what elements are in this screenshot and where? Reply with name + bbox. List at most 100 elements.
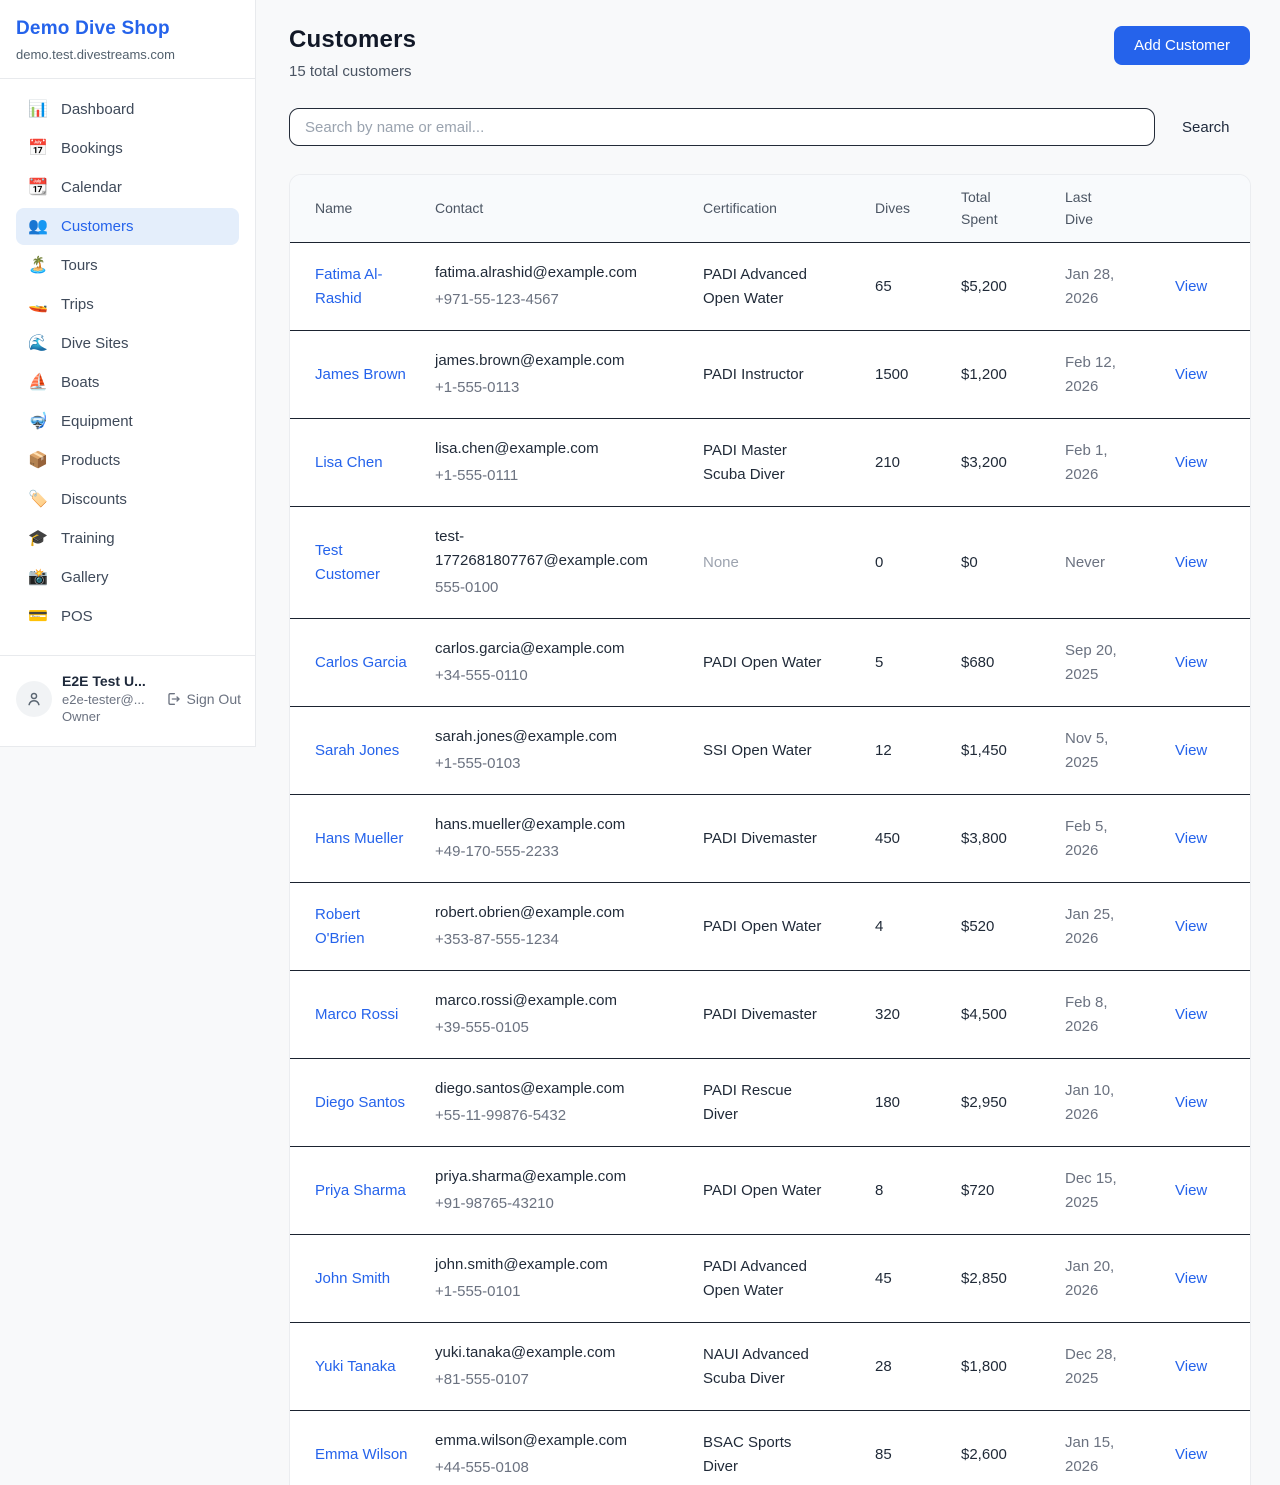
customer-name-link[interactable]: Fatima Al-Rashid <box>315 263 409 311</box>
customer-phone: +1-555-0103 <box>435 752 687 776</box>
customer-phone: +34-555-0110 <box>435 664 687 688</box>
customer-phone: +91-98765-43210 <box>435 1192 687 1216</box>
sidebar-item-equipment[interactable]: 🤿Equipment <box>16 403 239 440</box>
sidebar-item-trips[interactable]: 🚤Trips <box>16 286 239 323</box>
wave-icon: 🌊 <box>28 336 48 352</box>
customer-last-dive: Dec 15, 2025 <box>1065 1167 1129 1215</box>
customer-certification: SSI Open Water <box>703 739 812 763</box>
customer-name-link[interactable]: Emma Wilson <box>315 1443 408 1467</box>
sidebar: Demo Dive Shop demo.test.divestreams.com… <box>0 0 256 747</box>
sidebar-item-discounts[interactable]: 🏷️Discounts <box>16 481 239 518</box>
search-input[interactable] <box>289 108 1155 146</box>
sidebar-item-products[interactable]: 📦 Products <box>16 442 239 479</box>
customer-certification: None <box>703 551 739 575</box>
customer-name-link[interactable]: John Smith <box>315 1267 390 1291</box>
shop-domain: demo.test.divestreams.com <box>16 47 239 62</box>
view-customer-link[interactable]: View <box>1175 654 1207 671</box>
sidebar-item-label: Bookings <box>61 140 123 157</box>
tear-off-calendar-icon: 📆 <box>28 180 48 196</box>
view-customer-link[interactable]: View <box>1175 830 1207 847</box>
table-row: John Smithjohn.smith@example.com+1-555-0… <box>290 1235 1251 1323</box>
island-icon: 🏝️ <box>28 258 48 274</box>
view-customer-link[interactable]: View <box>1175 1446 1207 1463</box>
sidebar-item-dashboard[interactable]: 📊Dashboard <box>16 91 239 128</box>
search-button[interactable]: Search <box>1182 119 1230 136</box>
sidebar-item-calendar[interactable]: 📆 Calendar <box>16 169 239 206</box>
table-row: Yuki Tanakayuki.tanaka@example.com+81-55… <box>290 1323 1251 1411</box>
customer-total-spent: $5,200 <box>961 243 1065 331</box>
sidebar-item-label: Customers <box>61 218 134 235</box>
customer-name-link[interactable]: Priya Sharma <box>315 1179 406 1203</box>
sidebar-item-gallery[interactable]: 📸Gallery <box>16 559 239 596</box>
calendar-date-icon: 📅 <box>28 141 48 157</box>
customer-name-link[interactable]: Carlos Garcia <box>315 651 407 675</box>
package-icon: 📦 <box>28 453 48 469</box>
customer-phone: +49-170-555-2233 <box>435 840 687 864</box>
customer-name-link[interactable]: Sarah Jones <box>315 739 399 763</box>
customer-name-link[interactable]: Diego Santos <box>315 1091 405 1115</box>
customer-name-link[interactable]: Marco Rossi <box>315 1003 398 1027</box>
customer-last-dive: Jan 25, 2026 <box>1065 903 1129 951</box>
sidebar-item-label: Tours <box>61 257 98 274</box>
customer-name-link[interactable]: James Brown <box>315 363 406 387</box>
view-customer-link[interactable]: View <box>1175 1358 1207 1375</box>
person-icon <box>25 690 43 708</box>
customer-total-spent: $1,800 <box>961 1323 1065 1411</box>
customer-name-link[interactable]: Test Customer <box>315 539 409 587</box>
table-row: Priya Sharmapriya.sharma@example.com+91-… <box>290 1147 1251 1235</box>
user-role: Owner <box>62 708 146 726</box>
customer-total-spent: $3,800 <box>961 795 1065 883</box>
speedboat-icon: 🚤 <box>28 297 48 313</box>
view-customer-link[interactable]: View <box>1175 454 1207 471</box>
sidebar-item-boats[interactable]: ⛵Boats <box>16 364 239 401</box>
view-customer-link[interactable]: View <box>1175 1182 1207 1199</box>
sidebar-item-label: Products <box>61 452 120 469</box>
view-customer-link[interactable]: View <box>1175 1006 1207 1023</box>
graduation-cap-icon: 🎓 <box>28 531 48 547</box>
customer-certification: PADI Divemaster <box>703 1003 817 1027</box>
table-row: James Brownjames.brown@example.com+1-555… <box>290 331 1251 419</box>
customer-certification: PADI Open Water <box>703 651 821 675</box>
sidebar-item-label: Calendar <box>61 179 122 196</box>
user-email: e2e-tester@... <box>62 691 146 709</box>
customer-total-spent: $1,200 <box>961 331 1065 419</box>
app-window: Demo Dive Shop demo.test.divestreams.com… <box>0 0 1280 1485</box>
view-customer-link[interactable]: View <box>1175 366 1207 383</box>
sidebar-item-bookings[interactable]: 📅 Bookings <box>16 130 239 167</box>
sidebar-item-dive-sites[interactable]: 🌊 Dive Sites <box>16 325 239 362</box>
customer-name-link[interactable]: Lisa Chen <box>315 451 383 475</box>
sidebar-item-training[interactable]: 🎓 Training <box>16 520 239 557</box>
sidebar-item-tours[interactable]: 🏝️ Tours <box>16 247 239 284</box>
customer-dives: 28 <box>875 1323 961 1411</box>
sign-out-icon <box>165 691 181 707</box>
sidebar-item-label: Dashboard <box>61 101 134 118</box>
add-customer-button[interactable]: Add Customer <box>1114 26 1250 65</box>
view-customer-link[interactable]: View <box>1175 918 1207 935</box>
customer-name-link[interactable]: Hans Mueller <box>315 827 403 851</box>
sailboat-icon: ⛵ <box>28 375 48 391</box>
customer-dives: 12 <box>875 707 961 795</box>
sidebar-item-label: Discounts <box>61 491 127 508</box>
view-customer-link[interactable]: View <box>1175 278 1207 295</box>
customer-dives: 85 <box>875 1411 961 1485</box>
customer-phone: +44-555-0108 <box>435 1456 687 1480</box>
view-customer-link[interactable]: View <box>1175 1094 1207 1111</box>
sign-out-button[interactable]: Sign Out <box>165 691 241 707</box>
sidebar-item-label: Dive Sites <box>61 335 129 352</box>
table-row: Sarah Jonessarah.jones@example.com+1-555… <box>290 707 1251 795</box>
column-header-actions <box>1175 175 1251 243</box>
view-customer-link[interactable]: View <box>1175 554 1207 571</box>
customer-name-link[interactable]: Yuki Tanaka <box>315 1355 396 1379</box>
sidebar-item-label: Training <box>61 530 115 547</box>
view-customer-link[interactable]: View <box>1175 1270 1207 1287</box>
sidebar-item-label: Equipment <box>61 413 133 430</box>
customer-name-link[interactable]: Robert O'Brien <box>315 903 409 951</box>
customer-phone: +1-555-0101 <box>435 1280 687 1304</box>
view-customer-link[interactable]: View <box>1175 742 1207 759</box>
customer-dives: 1500 <box>875 331 961 419</box>
shop-name: Demo Dive Shop <box>16 18 239 40</box>
sidebar-item-customers[interactable]: 👥Customers <box>16 208 239 245</box>
sign-out-label: Sign Out <box>187 691 241 707</box>
sidebar-item-pos[interactable]: 💳POS <box>16 598 239 635</box>
search-row: Search <box>289 108 1250 146</box>
